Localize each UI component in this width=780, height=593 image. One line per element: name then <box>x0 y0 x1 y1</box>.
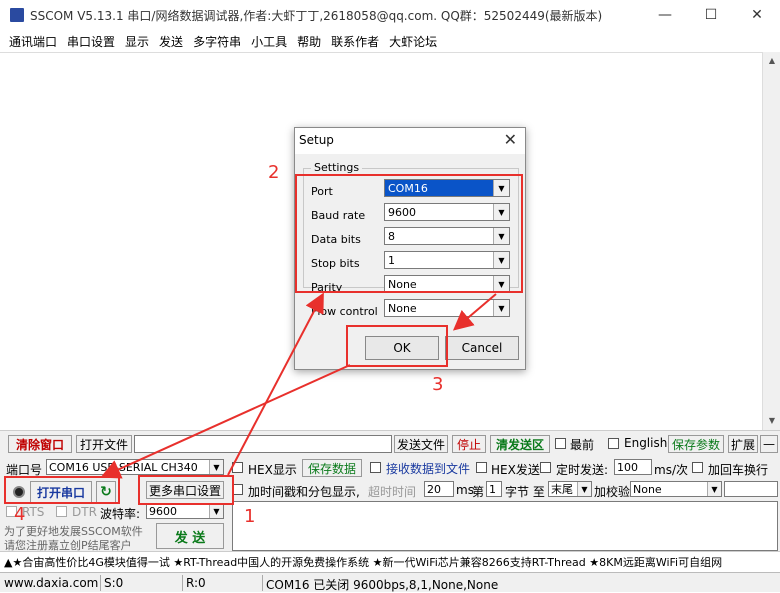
annotation-arrows <box>100 292 497 479</box>
arrow-1-to-2 <box>227 292 324 476</box>
arrow-2-to-3 <box>452 293 497 331</box>
arrow-3-to-4 <box>100 364 351 479</box>
